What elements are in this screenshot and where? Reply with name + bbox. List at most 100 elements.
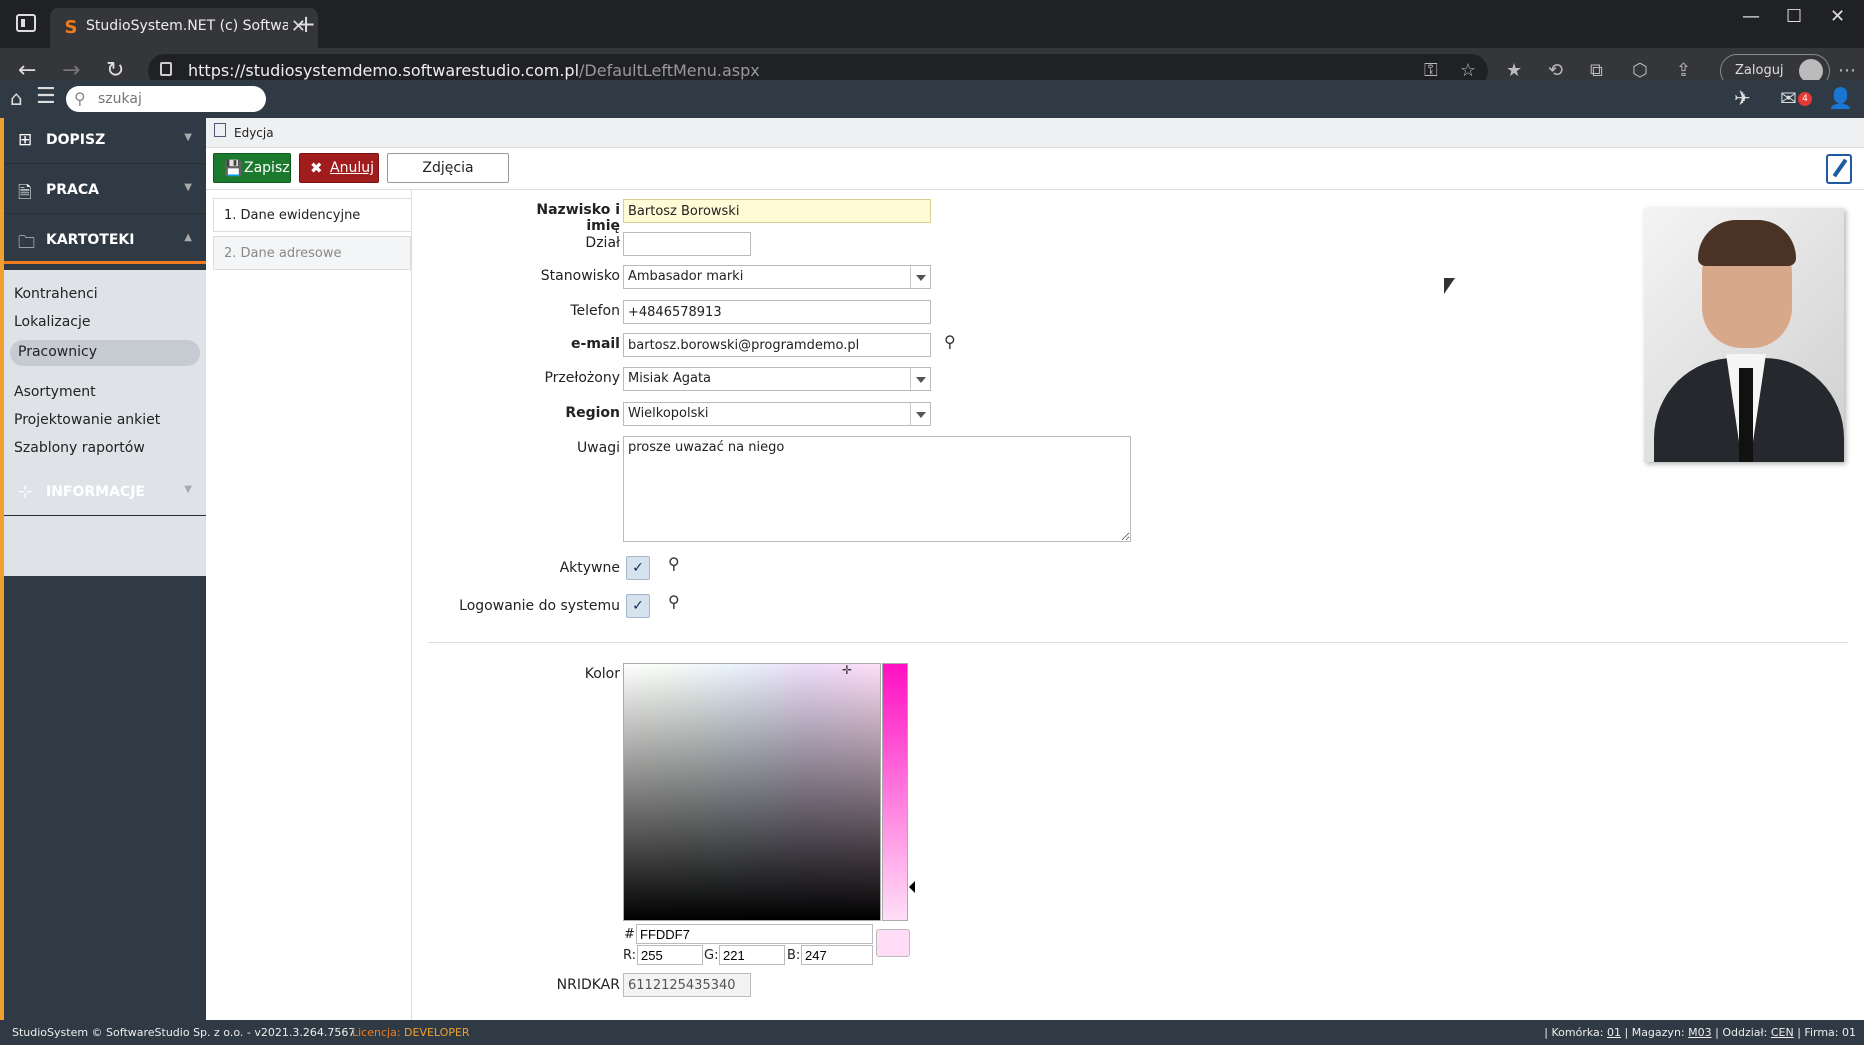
active-label: Aktywne — [559, 560, 620, 576]
region-select[interactable]: Wielkopolski — [623, 402, 931, 426]
b-input[interactable] — [801, 945, 873, 965]
chevron-down-icon[interactable] — [910, 266, 930, 288]
sidebar-item-szablony-raportow[interactable]: Szablony raportów — [14, 440, 145, 456]
section-label: DOPISZ — [46, 132, 106, 148]
mail-icon[interactable]: ✉ — [1780, 86, 1797, 110]
color-picker-cursor-icon[interactable]: ✛ — [842, 663, 852, 677]
chevron-down-icon: ▼ — [184, 182, 192, 193]
kartoteki-submenu: Kontrahenci Lokalizacje Pracownicy Asort… — [4, 270, 206, 576]
g-label: G: — [704, 948, 719, 963]
chevron-down-icon[interactable] — [910, 403, 930, 425]
collections-icon[interactable]: ⧉ — [1590, 60, 1603, 81]
extensions-icon[interactable]: ⬡ — [1632, 60, 1648, 81]
position-select[interactable]: Ambasador marki — [623, 265, 931, 289]
sidebar-section-kartoteki[interactable]: 🗀 KARTOTEKI ▲ — [4, 218, 206, 264]
sidebar-item-asortyment[interactable]: Asortyment — [14, 384, 96, 400]
chevron-down-icon: ▼ — [184, 132, 192, 143]
maximize-icon[interactable]: ☐ — [1786, 6, 1802, 27]
key-icon[interactable]: ⚿ — [1424, 60, 1438, 81]
cancel-label: Anuluj — [330, 160, 374, 176]
new-tab-icon[interactable]: + — [296, 10, 316, 38]
system-login-search-icon[interactable]: ⚲ — [668, 592, 680, 611]
browser-tab[interactable]: S StudioSystem.NET (c) SoftwareSt ✕ — [50, 8, 318, 48]
sidebar-section-informacje[interactable]: ⊹ INFORMACJE ▼ — [4, 470, 206, 516]
email-input[interactable] — [623, 333, 931, 357]
sidebar-item-kontrahenci[interactable]: Kontrahenci — [14, 286, 98, 302]
close-window-icon[interactable]: ✕ — [1830, 6, 1845, 27]
user-icon[interactable]: 👤 — [1828, 86, 1853, 110]
status-context: | Komórka: 01 | Magazyn: M03 | Oddział: … — [1544, 1026, 1856, 1039]
position-value: Ambasador marki — [628, 269, 744, 284]
tab-dane-ewidencyjne[interactable]: 1. Dane ewidencyjne — [213, 198, 411, 232]
komorka-link[interactable]: 01 — [1607, 1026, 1621, 1039]
phone-label: Telefon — [570, 303, 620, 319]
magazyn-link[interactable]: M03 — [1688, 1026, 1712, 1039]
email-search-icon[interactable]: ⚲ — [944, 332, 956, 351]
sidebar-item-pracownicy[interactable]: Pracownicy — [10, 340, 200, 366]
chevron-down-icon[interactable] — [910, 368, 930, 390]
oddzial-link[interactable]: CEN — [1771, 1026, 1794, 1039]
chevron-down-icon: ▼ — [184, 484, 192, 495]
color-picker-hue-slider[interactable] — [882, 663, 908, 921]
cancel-button[interactable]: ✖ Anuluj — [299, 153, 379, 183]
menu-toggle-icon[interactable]: ☰ — [36, 84, 56, 109]
email-label: e-mail — [571, 336, 620, 352]
sidebar-section-dopisz[interactable]: ⊞ DOPISZ ▼ — [4, 118, 206, 164]
chevron-up-icon: ▲ — [184, 232, 192, 243]
edit-icon[interactable] — [1826, 154, 1852, 184]
supervisor-select[interactable]: Misiak Agata — [623, 367, 931, 391]
minimize-icon[interactable]: — — [1742, 6, 1760, 27]
home-icon[interactable]: ⌂ — [10, 86, 23, 110]
photo-tie — [1739, 368, 1753, 462]
save-button[interactable]: 💾 Zapisz — [213, 153, 291, 183]
folder-icon: 🗀 — [18, 233, 35, 253]
supervisor-label: Przełożony — [544, 370, 620, 386]
g-input[interactable] — [719, 945, 785, 965]
hex-input[interactable] — [636, 924, 873, 944]
name-input[interactable] — [623, 199, 931, 223]
employee-photo[interactable] — [1644, 208, 1844, 462]
history-icon[interactable]: ⟲ — [1548, 60, 1563, 81]
color-swatch[interactable] — [876, 929, 910, 957]
mail-badge: 4 — [1798, 92, 1812, 106]
photos-button[interactable]: Zdjęcia — [387, 153, 509, 183]
notes-label: Uwagi — [576, 440, 620, 456]
phone-input[interactable] — [623, 300, 931, 324]
tab-dane-adresowe[interactable]: 2. Dane adresowe — [213, 236, 411, 270]
section-label: KARTOTEKI — [46, 232, 135, 248]
position-label: Stanowisko — [540, 268, 620, 284]
plane-icon[interactable]: ✈ — [1734, 86, 1751, 110]
system-login-checkbox[interactable]: ✓ — [626, 594, 650, 618]
breadcrumb-label: Edycja — [234, 126, 274, 140]
nridkar-label: NRIDKAR — [556, 977, 620, 993]
r-input[interactable] — [637, 945, 703, 965]
share-icon[interactable]: ⇪ — [1676, 60, 1691, 81]
search-input[interactable] — [98, 89, 258, 109]
sidebar-section-praca[interactable]: 🗎 PRACA ▼ — [4, 168, 206, 214]
sidebar-item-projektowanie-ankiet[interactable]: Projektowanie ankiet — [14, 412, 160, 428]
region-value: Wielkopolski — [628, 406, 709, 421]
lock-icon — [160, 62, 172, 76]
dept-input[interactable] — [623, 232, 751, 256]
tab-divider — [411, 190, 412, 1020]
b-label: B: — [787, 948, 801, 963]
app-topbar: ⌂ ☰ ⚲ ✈ ✉ 4 👤 — [0, 80, 1864, 118]
tab-actions-icon[interactable] — [16, 14, 36, 32]
hex-prefix: # — [624, 927, 635, 942]
add-favorite-icon[interactable]: ☆ — [1460, 60, 1476, 81]
hue-slider-marker-icon[interactable] — [909, 881, 915, 893]
favorites-icon[interactable]: ★ — [1506, 60, 1522, 81]
sidebar: ⊞ DOPISZ ▼ 🗎 PRACA ▼ 🗀 KARTOTEKI ▲ Kontr… — [0, 118, 206, 1020]
mouse-cursor-icon — [1444, 278, 1455, 294]
notes-textarea[interactable]: prosze uwazać na niego — [623, 436, 1131, 542]
sidebar-item-lokalizacje[interactable]: Lokalizacje — [14, 314, 90, 330]
sitemap-icon: ⊹ — [18, 482, 33, 502]
color-picker-field[interactable] — [623, 663, 881, 921]
active-search-icon[interactable]: ⚲ — [668, 554, 680, 573]
active-checkbox[interactable]: ✓ — [626, 556, 650, 580]
more-icon[interactable]: ⋯ — [1838, 60, 1856, 81]
section-label: INFORMACJE — [46, 484, 145, 500]
color-label: Kolor — [584, 666, 620, 682]
floppy-icon: 💾 — [224, 159, 243, 177]
nridkar-input[interactable] — [623, 973, 751, 997]
